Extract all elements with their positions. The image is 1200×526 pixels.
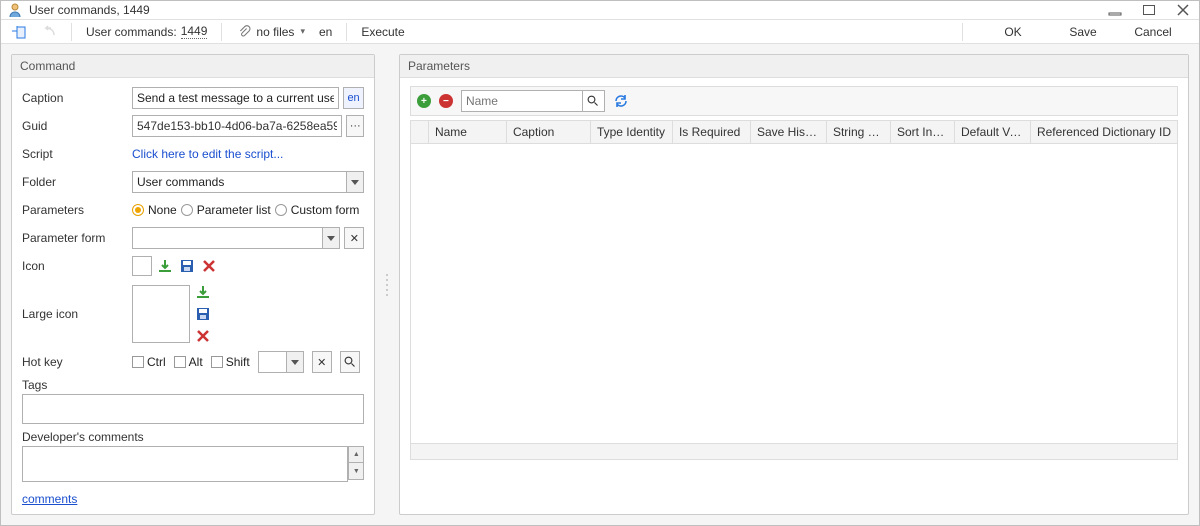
hotkey-search-button[interactable] — [340, 351, 360, 373]
grid-column-header[interactable]: Caption — [507, 121, 591, 143]
grid-column-header[interactable]: Save History — [751, 121, 827, 143]
icon-label: Icon — [22, 259, 132, 273]
splitter[interactable] — [383, 54, 391, 515]
hotkey-clear-button[interactable]: ✕ — [312, 351, 332, 373]
folder-input[interactable] — [132, 171, 364, 193]
breadcrumb-label: User commands: — [86, 25, 177, 39]
grid-column-header[interactable]: Name — [429, 121, 507, 143]
save-button[interactable]: Save — [1063, 25, 1103, 39]
grid-column-header[interactable]: String Size — [827, 121, 891, 143]
command-panel: Command Caption en Guid ··· — [11, 54, 375, 515]
command-panel-header: Command — [12, 55, 374, 78]
undo-icon — [41, 24, 57, 40]
folder-label: Folder — [22, 175, 132, 189]
largeicon-delete-button[interactable] — [194, 327, 212, 345]
hotkey-ctrl-checkbox[interactable]: Ctrl — [132, 355, 166, 369]
toolbar: User commands: 1449 no files ▾ en Execut… — [1, 20, 1199, 44]
parameters-panel: Parameters + − NameCaptionType IdentityI… — [399, 54, 1189, 515]
grid-column-header[interactable]: Default Value — [955, 121, 1031, 143]
delete-parameter-button[interactable]: − — [439, 94, 453, 108]
guid-input[interactable] — [132, 115, 342, 137]
icon-save-button[interactable] — [178, 257, 196, 275]
refresh-button[interactable] — [613, 93, 629, 109]
paramform-label: Parameter form — [22, 231, 132, 245]
caption-label: Caption — [22, 91, 132, 105]
grid-column-header[interactable]: Is Required — [673, 121, 751, 143]
paperclip-icon — [236, 24, 252, 40]
icon-load-button[interactable] — [156, 257, 174, 275]
window-title: User commands, 1449 — [29, 3, 1091, 17]
devcomments-down-button[interactable]: ▼ — [348, 463, 364, 480]
icon-preview-small — [132, 256, 152, 276]
tags-label: Tags — [22, 378, 364, 392]
icon-delete-button[interactable] — [200, 257, 218, 275]
parameter-search-button[interactable] — [582, 91, 604, 111]
guid-more-button[interactable]: ··· — [346, 115, 364, 137]
radio-parameter-list[interactable]: Parameter list — [181, 203, 271, 217]
folder-dropdown-button[interactable] — [346, 171, 364, 193]
radio-custom-form[interactable]: Custom form — [275, 203, 360, 217]
largeicon-save-button[interactable] — [194, 305, 212, 323]
hotkey-key-dropdown-button[interactable] — [286, 351, 304, 373]
grid-column-header[interactable] — [411, 121, 429, 143]
grid-footer — [411, 443, 1177, 459]
parameters-grid: NameCaptionType IdentityIs RequiredSave … — [410, 120, 1178, 460]
script-label: Script — [22, 147, 132, 161]
folder-dropdown[interactable] — [132, 171, 364, 193]
app-window: User commands, 1449 User commands: 1449 — [0, 0, 1200, 526]
minimize-button[interactable] — [1105, 2, 1125, 18]
hotkey-label: Hot key — [22, 355, 132, 369]
icon-preview-large — [132, 285, 190, 343]
attachments[interactable]: no files ▾ — [236, 24, 305, 40]
guid-label: Guid — [22, 119, 132, 133]
grid-header-row: NameCaptionType IdentityIs RequiredSave … — [411, 121, 1177, 144]
paramform-dropdown[interactable] — [132, 227, 340, 249]
hotkey-shift-checkbox[interactable]: Shift — [211, 355, 250, 369]
script-edit-link[interactable]: Click here to edit the script... — [132, 147, 283, 161]
language-label: en — [319, 25, 332, 39]
close-button[interactable] — [1173, 2, 1193, 18]
devcomments-label: Developer's comments — [22, 430, 364, 444]
ok-button[interactable]: OK — [993, 25, 1033, 39]
add-parameter-button[interactable]: + — [417, 94, 431, 108]
hotkey-key-dropdown[interactable] — [258, 351, 304, 373]
caption-input[interactable] — [132, 87, 339, 109]
parameters-toolbar: + − — [410, 86, 1178, 116]
breadcrumb[interactable]: User commands: 1449 — [86, 24, 207, 39]
execute-button[interactable]: Execute — [361, 25, 404, 39]
titlebar: User commands, 1449 — [1, 1, 1199, 20]
parameters-label: Parameters — [22, 203, 132, 217]
app-icon — [7, 2, 23, 18]
paramform-dropdown-button[interactable] — [322, 227, 340, 249]
parameter-search — [461, 90, 605, 112]
breadcrumb-id[interactable]: 1449 — [181, 24, 208, 39]
grid-column-header[interactable]: Sort Index — [891, 121, 955, 143]
comments-link[interactable]: comments — [22, 492, 77, 506]
hotkey-alt-checkbox[interactable]: Alt — [174, 355, 203, 369]
cancel-button[interactable]: Cancel — [1133, 25, 1173, 39]
attachments-label: no files — [256, 25, 294, 39]
paramform-input[interactable] — [132, 227, 340, 249]
language-switch[interactable]: en — [319, 25, 332, 39]
grid-column-header[interactable]: Referenced Dictionary ID — [1031, 121, 1177, 143]
maximize-button[interactable] — [1139, 2, 1159, 18]
tags-input[interactable] — [22, 394, 364, 424]
parameters-panel-header: Parameters — [400, 55, 1188, 78]
grid-column-header[interactable]: Type Identity — [591, 121, 673, 143]
devcomments-input[interactable] — [22, 446, 348, 482]
parameter-search-input[interactable] — [462, 91, 582, 111]
new-record-icon[interactable] — [11, 24, 27, 40]
grid-body[interactable] — [411, 144, 1177, 443]
largeicon-label: Large icon — [22, 307, 132, 321]
devcomments-up-button[interactable]: ▲ — [348, 446, 364, 463]
caption-lang-button[interactable]: en — [343, 87, 364, 109]
radio-none[interactable]: None — [132, 203, 177, 217]
largeicon-load-button[interactable] — [194, 283, 212, 301]
body: Command Caption en Guid ··· — [1, 44, 1199, 525]
paramform-clear-button[interactable]: ✕ — [344, 227, 364, 249]
chevron-down-icon: ▾ — [300, 26, 305, 37]
